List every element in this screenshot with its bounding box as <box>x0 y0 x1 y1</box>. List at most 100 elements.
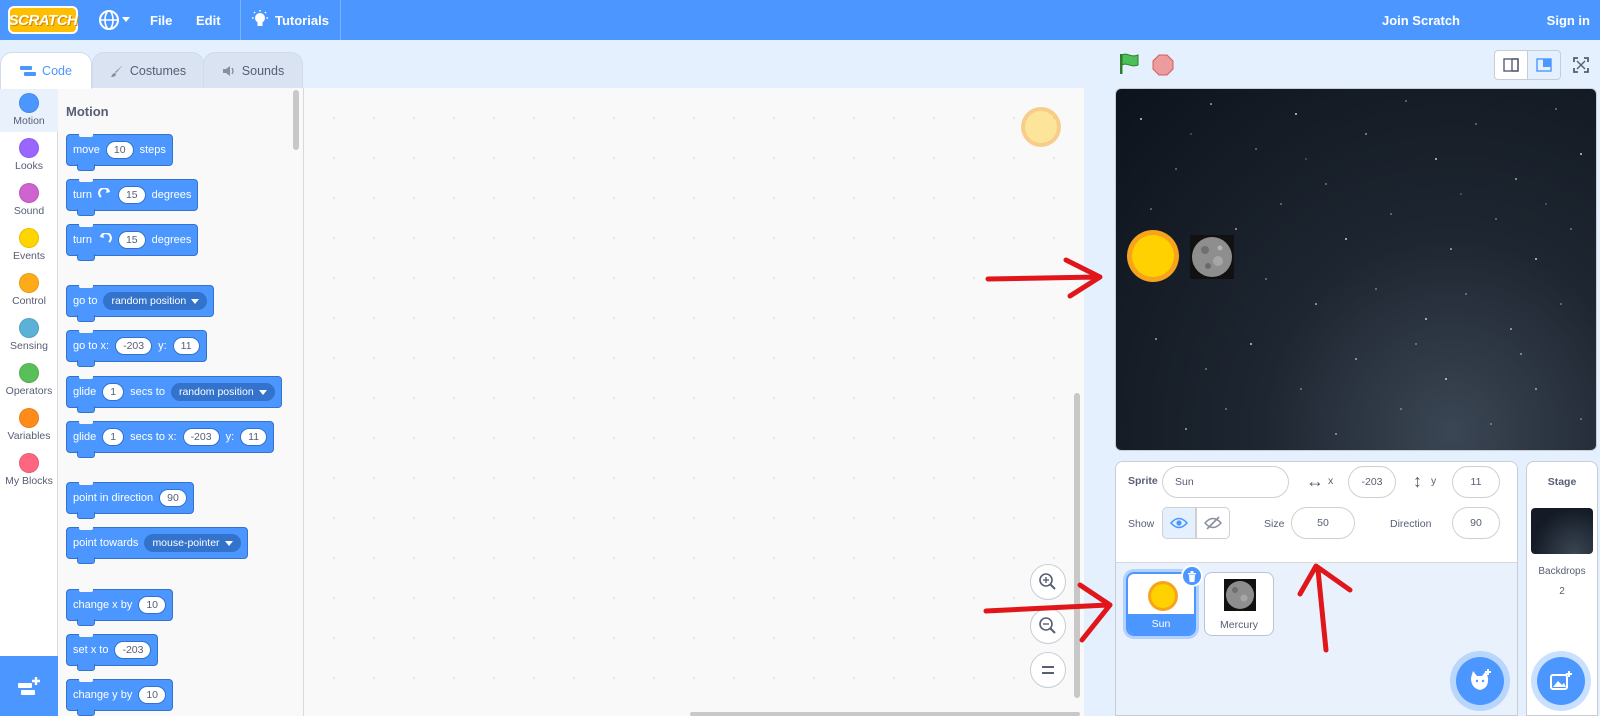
category-looks[interactable]: Looks <box>0 133 58 177</box>
category-sound[interactable]: Sound <box>0 178 58 222</box>
category-dot <box>19 363 39 383</box>
block-input[interactable]: 10 <box>138 686 167 704</box>
zoom-in-button[interactable] <box>1030 564 1066 600</box>
backdrop-thumbnail[interactable] <box>1531 508 1593 554</box>
add-extension-button[interactable] <box>0 656 58 716</box>
block-dropdown[interactable]: random position <box>170 383 275 401</box>
stage-canvas[interactable] <box>1115 88 1597 451</box>
block-input[interactable]: 10 <box>138 596 167 614</box>
category-sensing[interactable]: Sensing <box>0 313 58 357</box>
zoom-reset-button[interactable] <box>1030 652 1066 688</box>
sprite-thumbnail-sun[interactable]: Sun <box>1126 565 1203 636</box>
category-dot <box>19 138 39 158</box>
block-input[interactable]: 1 <box>102 428 125 446</box>
block-go-to[interactable]: go to random position <box>66 285 215 322</box>
block-point-in-direction[interactable]: point in direction 90 <box>66 482 194 519</box>
block-turn-right[interactable]: turn 15 degrees <box>66 179 199 216</box>
zoom-out-button[interactable] <box>1030 608 1066 644</box>
category-control[interactable]: Control <box>0 268 58 312</box>
block-input[interactable]: -203 <box>182 428 220 446</box>
category-motion[interactable]: Motion <box>0 88 58 132</box>
green-flag-button[interactable] <box>1117 52 1141 76</box>
add-backdrop-button[interactable] <box>1537 657 1585 705</box>
tutorials-menu[interactable]: Tutorials <box>251 0 329 40</box>
sprite-thumbnail-label: Sun <box>1128 614 1194 634</box>
stop-button[interactable] <box>1152 54 1174 76</box>
block-point-towards[interactable]: point towards mouse-pointer <box>66 527 248 564</box>
sprite-thumbnail-mercury[interactable]: Mercury <box>1204 572 1274 636</box>
size-input[interactable]: 50 <box>1291 507 1355 539</box>
block-change-x[interactable]: change x by 10 <box>66 589 174 626</box>
sprite-info-panel: Sprite Sun ↔ x -203 ↕ y 11 Show Size 50 … <box>1116 462 1517 563</box>
y-input[interactable]: 11 <box>1452 466 1500 498</box>
block-input[interactable]: 11 <box>240 428 268 446</box>
lightbulb-icon <box>252 10 268 26</box>
block-dropdown[interactable]: random position <box>103 292 208 310</box>
block-input[interactable]: -203 <box>115 337 153 355</box>
workspace-vertical-scrollbar[interactable] <box>1074 393 1080 698</box>
hide-sprite-button[interactable] <box>1196 507 1230 539</box>
globe-icon <box>99 10 119 30</box>
show-sprite-button[interactable] <box>1162 507 1196 539</box>
sun-sprite[interactable] <box>1126 229 1180 283</box>
block-glide-to[interactable]: glide 1 secs to random position <box>66 376 282 413</box>
code-workspace[interactable] <box>304 88 1084 716</box>
x-value: -203 <box>1361 476 1383 488</box>
block-input[interactable]: 11 <box>172 337 200 355</box>
block-input[interactable]: -203 <box>114 641 152 659</box>
show-label: Show <box>1128 518 1155 530</box>
category-label: Looks <box>14 160 44 172</box>
sign-in-link[interactable]: Sign in <box>1547 0 1590 40</box>
normal-stage-button[interactable] <box>1527 50 1561 80</box>
palette-heading: Motion <box>66 104 109 119</box>
direction-input[interactable]: 90 <box>1452 507 1500 539</box>
tab-costumes[interactable]: Costumes <box>92 52 204 88</box>
block-input[interactable]: 1 <box>102 383 125 401</box>
block-input[interactable]: 90 <box>159 489 187 507</box>
category-my-blocks[interactable]: My Blocks <box>0 448 58 492</box>
zoom-in-icon <box>1039 573 1056 590</box>
scratch-logo[interactable]: SCRATCH <box>8 6 78 34</box>
workspace-horizontal-scrollbar[interactable] <box>690 712 1080 716</box>
block-text: secs to <box>130 386 165 398</box>
mercury-sprite[interactable] <box>1190 235 1234 279</box>
fullscreen-icon <box>1573 57 1589 73</box>
language-menu[interactable] <box>98 0 134 40</box>
category-label: Control <box>12 295 46 307</box>
fullscreen-button[interactable] <box>1564 50 1598 80</box>
category-dot <box>19 228 39 248</box>
block-turn-left[interactable]: turn 15 degrees <box>66 224 199 261</box>
block-text: secs to x: <box>130 431 177 443</box>
x-input[interactable]: -203 <box>1348 466 1396 498</box>
stage-target-pane[interactable]: Stage Backdrops 2 <box>1526 461 1598 716</box>
category-variables[interactable]: Variables <box>0 403 58 447</box>
block-change-y[interactable]: change y by 10 <box>66 679 174 716</box>
trash-icon <box>1188 570 1196 582</box>
category-operators[interactable]: Operators <box>0 358 58 402</box>
category-label: My Blocks <box>5 475 53 487</box>
join-scratch-link[interactable]: Join Scratch <box>1382 0 1460 40</box>
block-move-steps[interactable]: move 10 steps <box>66 134 173 171</box>
block-go-to-xy[interactable]: go to x: -203 y: 11 <box>66 330 207 367</box>
block-set-x[interactable]: set x to -203 <box>66 634 159 671</box>
sprite-name-input[interactable]: Sun <box>1162 466 1289 498</box>
small-stage-button[interactable] <box>1494 50 1528 80</box>
file-menu[interactable]: File <box>150 0 172 40</box>
eye-slash-icon <box>1204 516 1222 530</box>
block-input[interactable]: 15 <box>117 231 146 249</box>
block-dropdown[interactable]: mouse-pointer <box>144 534 241 552</box>
palette-scrollbar[interactable] <box>293 90 299 150</box>
block-input[interactable]: 15 <box>117 186 146 204</box>
block-glide-to-xy[interactable]: glide 1 secs to x: -203 y: 11 <box>66 421 275 458</box>
edit-menu[interactable]: Edit <box>196 0 221 40</box>
delete-sprite-button[interactable] <box>1181 565 1203 587</box>
add-sprite-button[interactable] <box>1456 657 1504 705</box>
block-input[interactable]: 10 <box>105 141 134 159</box>
block-text: move <box>73 144 100 156</box>
chevron-down-icon <box>224 540 233 546</box>
code-icon <box>20 66 37 76</box>
tab-code[interactable]: Code <box>0 52 92 89</box>
category-label: Events <box>12 250 46 262</box>
tab-sounds[interactable]: Sounds <box>203 52 303 88</box>
category-events[interactable]: Events <box>0 223 58 267</box>
